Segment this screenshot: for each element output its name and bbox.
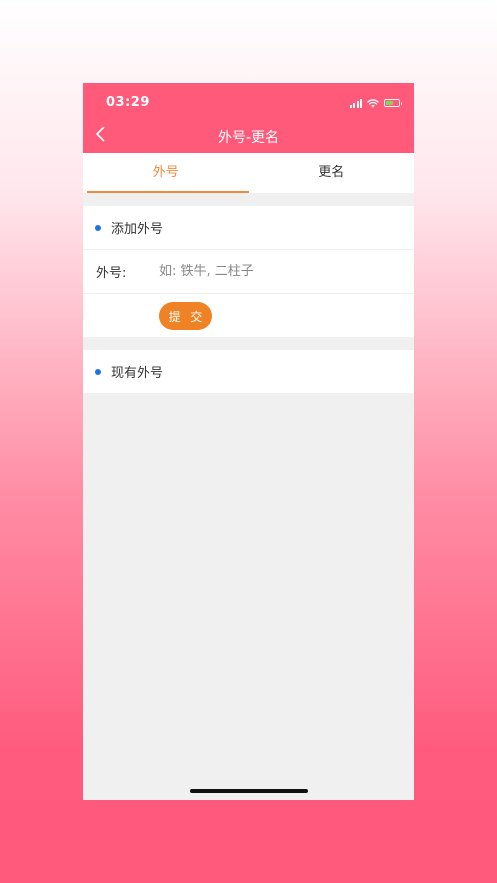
bullet-dot-icon [95, 368, 101, 375]
nickname-field-row: 外号: [83, 250, 414, 293]
add-nickname-section: 添加外号 外号: 提 交 [83, 206, 414, 337]
battery-icon [384, 99, 402, 107]
tab-nickname[interactable]: 外号 [83, 153, 249, 193]
tab-rename[interactable]: 更名 [249, 153, 415, 193]
existing-nickname-heading: 现有外号 [111, 366, 164, 381]
status-icons [349, 97, 402, 109]
submit-button[interactable]: 提 交 [159, 302, 212, 330]
status-time: 03:29 [106, 95, 150, 110]
app-screen: 03:29 外号-更名 外号 更名 添加外号 外号: 如: 铁牛, 二柱子 提 … [83, 83, 414, 800]
signal-icon [349, 98, 362, 108]
nickname-field-label: 外号: [96, 266, 127, 281]
bullet-dot-icon [95, 224, 101, 231]
tab-bar: 外号 更名 [83, 153, 414, 193]
existing-nickname-section: 现有外号 [83, 350, 414, 393]
home-indicator [190, 789, 308, 793]
page-title: 外号-更名 [217, 130, 280, 146]
submit-row: 提 交 [83, 294, 414, 337]
add-nickname-heading: 添加外号 [111, 222, 164, 237]
add-nickname-header: 添加外号 [83, 206, 414, 249]
top-bar: 03:29 外号-更名 [83, 83, 414, 153]
wifi-icon [367, 98, 379, 107]
nickname-input[interactable] [159, 264, 389, 279]
existing-nickname-header: 现有外号 [83, 350, 414, 393]
